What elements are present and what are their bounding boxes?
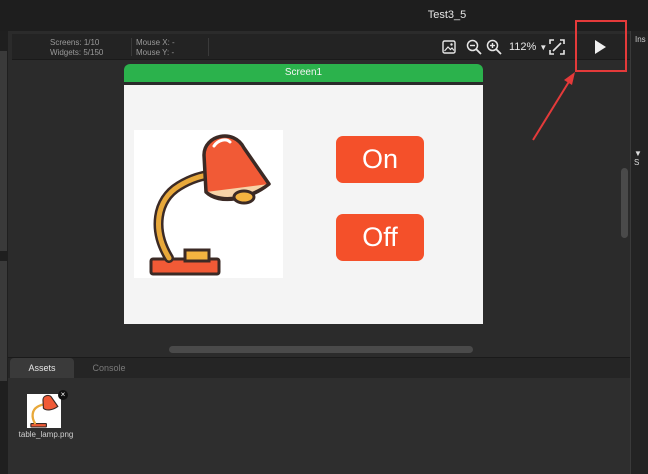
toolbar-divider — [208, 38, 209, 56]
screen-preview[interactable]: On Off — [124, 82, 483, 324]
inspector-panel: Ins ▼ S — [630, 31, 648, 474]
zoom-value: 112% — [509, 41, 537, 53]
tab-console[interactable]: Console — [76, 358, 142, 378]
bottom-panel: Assets Console × table_lamp.png — [8, 357, 630, 474]
editor-toolbar: Screens: 1/10 Widgets: 5/150 Mouse X: - … — [12, 34, 632, 60]
bottom-tabs: Assets Console — [8, 358, 630, 378]
mouse-x-stat: Mouse X: - — [136, 38, 175, 48]
inspector-tab[interactable]: Ins — [635, 35, 646, 44]
screens-stat: Screens: 1/10 — [50, 38, 99, 48]
mouse-x-value: - — [172, 38, 175, 47]
tab-assets[interactable]: Assets — [10, 358, 74, 378]
widgets-label: Widgets: — [50, 48, 82, 57]
toolbar-divider — [131, 38, 132, 56]
zoom-out-icon[interactable] — [465, 38, 483, 56]
image-icon[interactable] — [440, 38, 458, 56]
left-panel-edge — [0, 31, 8, 474]
table-lamp-image[interactable] — [134, 130, 283, 278]
screen-title-bar: Screen1 — [124, 64, 483, 82]
screens-value: 1/10 — [83, 38, 100, 47]
asset-filename: table_lamp.png — [18, 430, 74, 439]
widgets-value: 5/150 — [83, 48, 104, 57]
zoom-select[interactable]: 112% ▼ — [509, 41, 547, 53]
mouse-y-label: Mouse Y: — [136, 48, 170, 57]
inspector-section[interactable]: ▼ S — [634, 149, 648, 167]
asset-thumbnail[interactable] — [27, 394, 61, 428]
chevron-down-icon: ▼ — [539, 43, 548, 52]
mouse-y-value: - — [171, 48, 175, 57]
window-title: Test3_5 — [427, 9, 467, 21]
fullscreen-icon[interactable] — [548, 38, 566, 56]
on-button[interactable]: On — [336, 136, 424, 183]
mouse-x-label: Mouse X: — [136, 38, 170, 47]
off-button[interactable]: Off — [336, 214, 424, 261]
horizontal-scrollbar[interactable] — [169, 346, 473, 353]
vertical-scrollbar[interactable] — [621, 168, 628, 238]
remove-asset-icon[interactable]: × — [58, 390, 68, 400]
mouse-y-stat: Mouse Y: - — [136, 48, 174, 58]
left-panel-block — [0, 51, 7, 251]
highlight-box — [575, 20, 627, 72]
widgets-stat: Widgets: 5/150 — [50, 48, 103, 58]
left-panel-block — [0, 261, 7, 381]
inspector-section-label: S — [634, 158, 640, 167]
zoom-in-icon[interactable] — [485, 38, 503, 56]
screens-label: Screens: — [50, 38, 82, 47]
title-bar: Test3_5 — [0, 0, 648, 31]
caret-down-icon: ▼ — [634, 149, 642, 158]
